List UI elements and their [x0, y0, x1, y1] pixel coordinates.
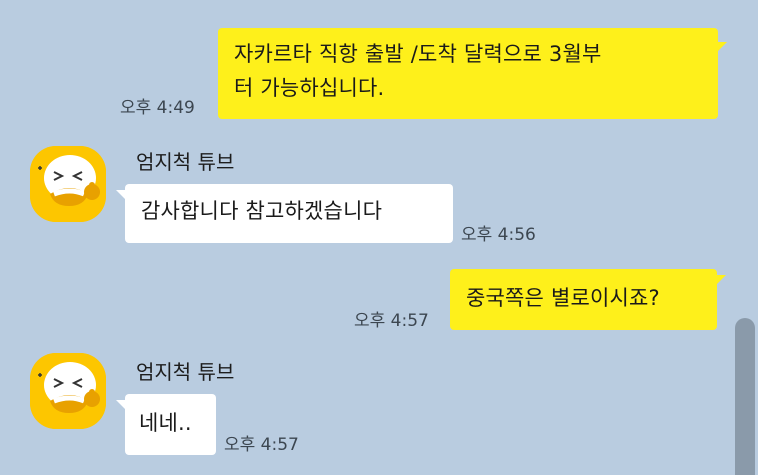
bubble-tail: [116, 190, 126, 200]
message-text-line: 자카르타 직항 출발 /도착 달력으로 3월부: [234, 42, 602, 66]
message-bubble-sent[interactable]: 중국쪽은 별로이시죠?: [450, 269, 717, 330]
chat-area: 자카르타 직항 출발 /도착 달력으로 3월부 터 가능하십니다. 오후 4:4…: [0, 0, 758, 475]
bubble-tail: [717, 42, 727, 52]
avatar-icon[interactable]: [30, 353, 106, 429]
tube-emoticon-icon: [30, 146, 106, 222]
message-bubble-received[interactable]: 네네..: [125, 394, 216, 455]
message-time: 오후 4:57: [224, 435, 299, 455]
avatar-icon[interactable]: [30, 146, 106, 222]
sender-name: 엄지척 튜브: [136, 150, 235, 174]
message-bubble-received[interactable]: 감사합니다 참고하겠습니다: [125, 184, 453, 243]
message-text-line: 터 가능하십니다.: [234, 76, 385, 100]
message-time: 오후 4:49: [120, 98, 195, 118]
sender-name: 엄지척 튜브: [136, 360, 235, 384]
bubble-tail: [116, 400, 126, 410]
message-text: 감사합니다 참고하겠습니다: [141, 199, 383, 223]
message-time: 오후 4:56: [461, 225, 536, 245]
bubble-tail: [716, 275, 726, 285]
message-time: 오후 4:57: [354, 311, 429, 331]
message-text: 중국쪽은 별로이시죠?: [466, 286, 660, 310]
message-bubble-sent[interactable]: 자카르타 직항 출발 /도착 달력으로 3월부 터 가능하십니다.: [218, 28, 718, 119]
message-text: 네네..: [139, 411, 192, 435]
scrollbar-thumb[interactable]: [735, 318, 755, 475]
tube-emoticon-icon: [30, 353, 106, 429]
